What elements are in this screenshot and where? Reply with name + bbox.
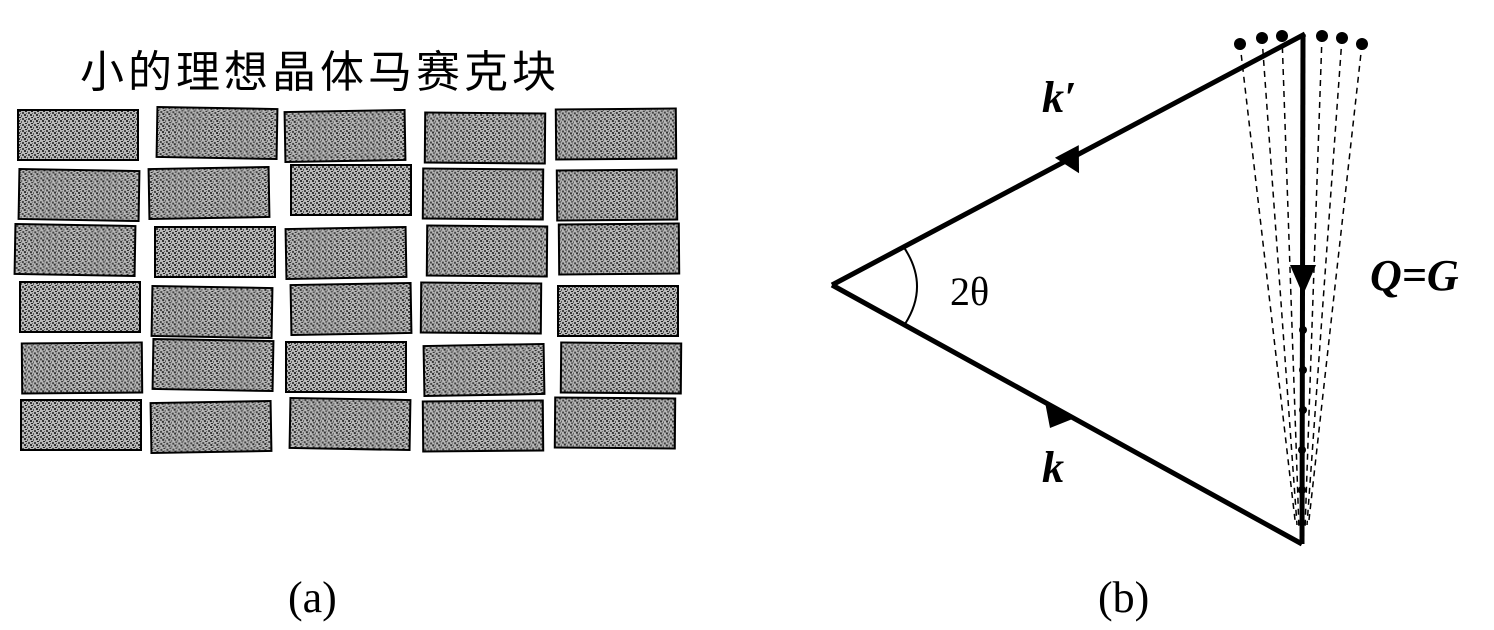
mosaic-block — [285, 341, 407, 393]
mosaic-block — [155, 105, 279, 161]
mosaic-block — [149, 399, 273, 455]
k-label: k — [1042, 443, 1064, 492]
mosaic-block — [19, 281, 141, 333]
mosaic-block — [288, 396, 412, 452]
mosaic-block — [555, 168, 679, 222]
caption-a: (a) — [288, 573, 337, 622]
mosaic-block — [557, 222, 681, 276]
mosaic-block — [17, 109, 139, 161]
q-equals-g-label: Q=G — [1370, 251, 1459, 300]
mosaic-block — [20, 399, 142, 451]
mosaic-block — [150, 284, 274, 340]
mosaic-block — [283, 108, 407, 164]
k-prime-label: k′ — [1042, 73, 1077, 122]
mosaic-block — [13, 222, 137, 278]
angle-arc — [902, 245, 918, 325]
mosaic-block — [422, 342, 546, 398]
mosaic-block — [423, 111, 547, 165]
figure-canvas — [13, 30, 1368, 547]
mosaic-block — [154, 226, 276, 278]
mosaic-block — [284, 225, 408, 281]
mosaic-block — [17, 167, 141, 223]
mosaic-block — [559, 341, 683, 395]
mosaic-block — [147, 165, 271, 221]
mosaic-block — [151, 337, 275, 393]
mosaic-block — [20, 341, 144, 395]
mosaic-block — [289, 281, 413, 337]
mosaic-block — [421, 399, 545, 453]
mosaic-block — [553, 396, 677, 450]
mosaic-blocks — [13, 105, 683, 455]
mosaic-block — [557, 285, 679, 337]
scattering-triangle — [830, 30, 1368, 547]
mosaic-block — [554, 107, 678, 161]
angle-label: 2θ — [950, 269, 990, 314]
mosaic-block — [425, 224, 549, 278]
mosaic-block — [419, 281, 543, 335]
caption-b: (b) — [1098, 573, 1150, 622]
mosaic-block — [290, 164, 412, 216]
q-arrowhead — [1290, 265, 1316, 295]
mosaic-block — [421, 167, 545, 221]
